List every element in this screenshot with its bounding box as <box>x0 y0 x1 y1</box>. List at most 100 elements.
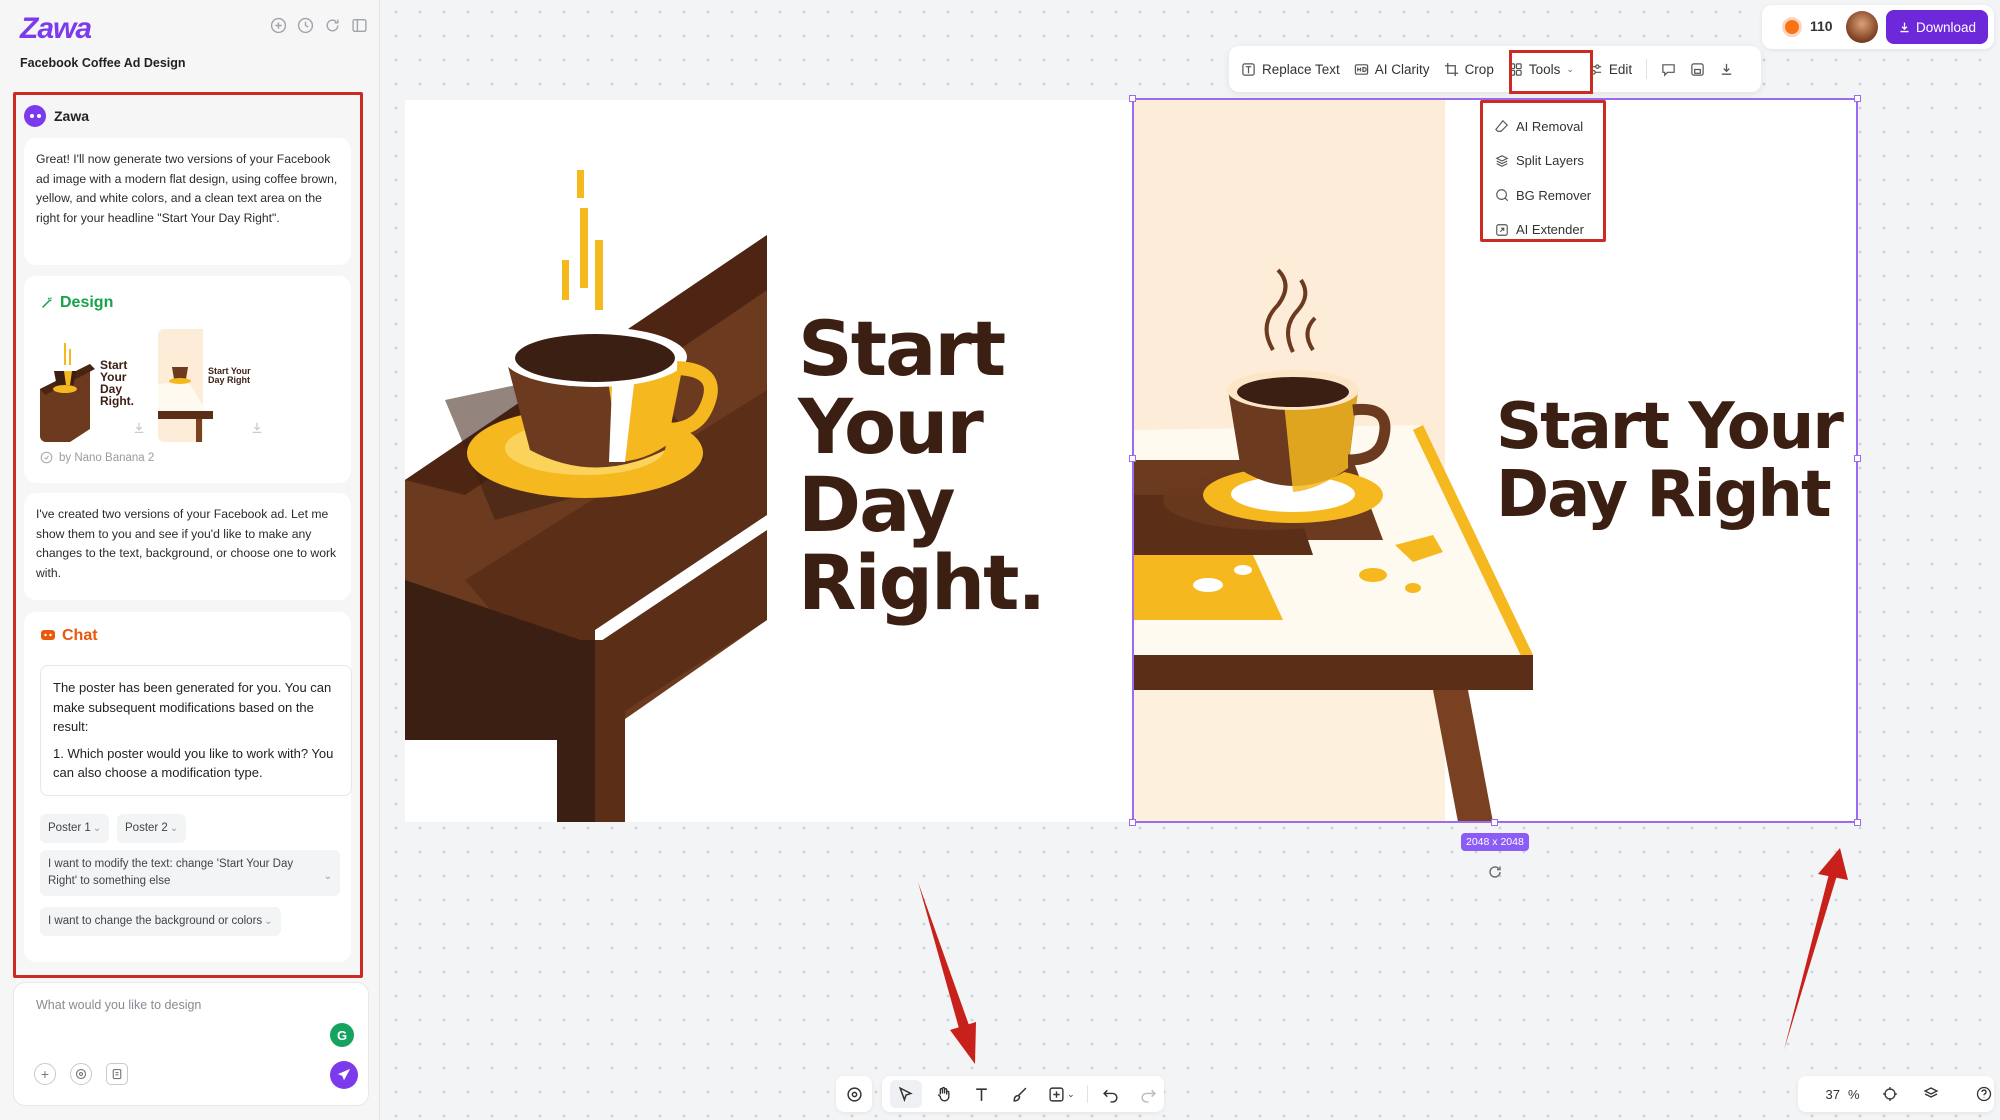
thumb1-headline: Start Your Day Right. <box>100 358 134 408</box>
brush-tool[interactable] <box>1004 1080 1036 1108</box>
text-icon <box>976 1087 987 1101</box>
design-heading: Design <box>40 294 113 312</box>
option-chip-poster-2[interactable]: Poster 2 ⌄ <box>117 814 187 843</box>
download-icon <box>1721 63 1732 75</box>
download-icon <box>1900 22 1909 32</box>
undo-icon <box>1102 1089 1118 1103</box>
suggestion-chip-change-background[interactable]: I want to change the background or color… <box>40 907 281 936</box>
hand-tool[interactable] <box>928 1080 960 1108</box>
toolbar-divider <box>1087 1085 1089 1103</box>
layers-icon[interactable] <box>1923 1086 1939 1102</box>
undo-button[interactable] <box>1094 1080 1126 1108</box>
canvas-tools-bar: ⌄ <box>882 1076 1164 1112</box>
save-icon <box>1691 62 1704 76</box>
bg-remove-icon <box>1496 189 1509 202</box>
download-icon[interactable] <box>132 421 146 435</box>
chat-card: Chat The poster has been generated for y… <box>24 612 352 962</box>
panel-toggle-icon[interactable] <box>351 17 368 34</box>
option-chip-poster-1[interactable]: Poster 1 ⌄ <box>40 814 110 843</box>
template-icon <box>112 1068 122 1080</box>
arrow-annotation <box>1784 870 1838 1050</box>
design-thumbnail-1[interactable]: Start Your Day Right. <box>40 329 153 442</box>
account-bar: 110 Download <box>1762 5 1994 49</box>
menu-item-bg-remover[interactable]: BG Remover <box>1483 178 1603 213</box>
credits-count: 110 <box>1810 18 1833 34</box>
selection-size-badge: 2048 x 2048 <box>1461 833 1529 851</box>
chat-question-text: 1. Which poster would you like to work w… <box>53 745 334 781</box>
chevron-down-icon: ⌄ <box>1067 1088 1075 1099</box>
arrow-annotation <box>950 1022 976 1064</box>
design-card: Design Start Your Day Right. Start Your … <box>24 276 351 483</box>
menu-item-ai-removal[interactable]: AI Removal <box>1483 109 1603 144</box>
eraser-icon <box>1495 120 1509 133</box>
insert-tool[interactable]: ⌄ <box>1041 1080 1081 1108</box>
download-button[interactable]: Download <box>1886 10 1988 44</box>
layers-icon <box>1495 154 1509 167</box>
comment-button[interactable] <box>1661 62 1676 77</box>
refresh-icon[interactable] <box>324 17 341 34</box>
intro-message: Great! I'll now generate two versions of… <box>36 152 338 225</box>
image-toolbar: Replace Text AI Clarity Crop Tools ⌄ Edi… <box>1229 46 1761 92</box>
poster-1-headline: Start Your Day Right. <box>798 304 1046 627</box>
redo-icon <box>1140 1089 1156 1103</box>
suggestion-chip-modify-text[interactable]: I want to modify the text: change 'Start… <box>40 850 340 896</box>
zoom-controls: 37 % <box>1798 1076 1994 1112</box>
locate-button[interactable] <box>836 1076 872 1112</box>
followup-message: I've created two versions of your Facebo… <box>36 507 337 580</box>
user-avatar[interactable] <box>1846 11 1878 43</box>
send-button[interactable] <box>330 1061 358 1089</box>
project-title: Facebook Coffee Ad Design <box>20 56 186 70</box>
chat-history-panel: Zawa Great! I'll now generate two versio… <box>13 92 363 978</box>
zoom-value[interactable]: 37 <box>1812 1087 1840 1102</box>
model-credit: by Nano Banana 2 <box>40 451 154 464</box>
hd-icon <box>1354 63 1368 75</box>
magic-wand-icon <box>42 297 52 308</box>
thumb2-headline: Start Your Day Right <box>208 366 251 385</box>
arrow-annotation <box>918 882 970 1032</box>
add-circle-icon[interactable] <box>270 17 287 34</box>
add-square-icon <box>1049 1086 1064 1102</box>
poster-2-headline: Start Your Day Right <box>1496 390 1844 532</box>
ai-clarity-button[interactable]: AI Clarity <box>1354 62 1430 77</box>
app-logo[interactable]: Zawa <box>20 12 92 46</box>
crop-button[interactable]: Crop <box>1444 62 1494 77</box>
chat-heading: Chat <box>40 627 98 645</box>
text-tool[interactable] <box>966 1080 998 1108</box>
grammarly-icon[interactable]: G <box>330 1023 354 1047</box>
design-thumbnail-2[interactable]: Start Your Day Right <box>158 329 271 442</box>
hand-icon <box>937 1086 950 1102</box>
select-tool[interactable] <box>890 1080 922 1108</box>
chat-message-text: The poster has been generated for you. Y… <box>53 680 332 734</box>
redo-button[interactable] <box>1132 1080 1164 1108</box>
palette-icon <box>75 1068 87 1080</box>
template-button[interactable] <box>106 1063 128 1085</box>
replace-text-button[interactable]: Replace Text <box>1241 62 1340 77</box>
assistant-name: Zawa <box>54 108 90 124</box>
save-button[interactable] <box>1690 62 1705 77</box>
help-icon[interactable] <box>1976 1086 1992 1102</box>
arrow-annotation <box>1818 848 1848 880</box>
style-button[interactable] <box>70 1063 92 1085</box>
prompt-input-box[interactable]: What would you like to design G + <box>13 982 369 1106</box>
comment-icon <box>1662 63 1675 77</box>
add-attachment-button[interactable]: + <box>34 1063 56 1085</box>
location-pin-icon <box>846 1086 862 1102</box>
rotate-icon[interactable] <box>1487 864 1503 880</box>
history-icon[interactable] <box>297 17 314 34</box>
menu-item-split-layers[interactable]: Split Layers <box>1483 144 1603 179</box>
cursor-icon <box>899 1086 914 1102</box>
fit-screen-icon[interactable] <box>1882 1086 1898 1102</box>
sidebar: Zawa Facebook Coffee Ad Design Zawa Grea… <box>0 0 380 1120</box>
expand-icon <box>1496 223 1508 236</box>
poster-1-image[interactable]: Start Your Day Right. <box>405 100 1132 822</box>
brush-icon <box>1013 1087 1027 1102</box>
prompt-input-placeholder[interactable]: What would you like to design <box>36 998 201 1012</box>
download-icon[interactable] <box>250 421 264 435</box>
menu-item-ai-extender[interactable]: AI Extender <box>1483 213 1603 248</box>
sidebar-header-icons <box>270 17 368 34</box>
toolbar-divider <box>1646 59 1648 79</box>
assistant-avatar <box>24 105 46 127</box>
download-image-button[interactable] <box>1719 62 1734 77</box>
edit-button[interactable]: Edit <box>1588 62 1632 77</box>
zoom-unit: % <box>1848 1086 1860 1102</box>
